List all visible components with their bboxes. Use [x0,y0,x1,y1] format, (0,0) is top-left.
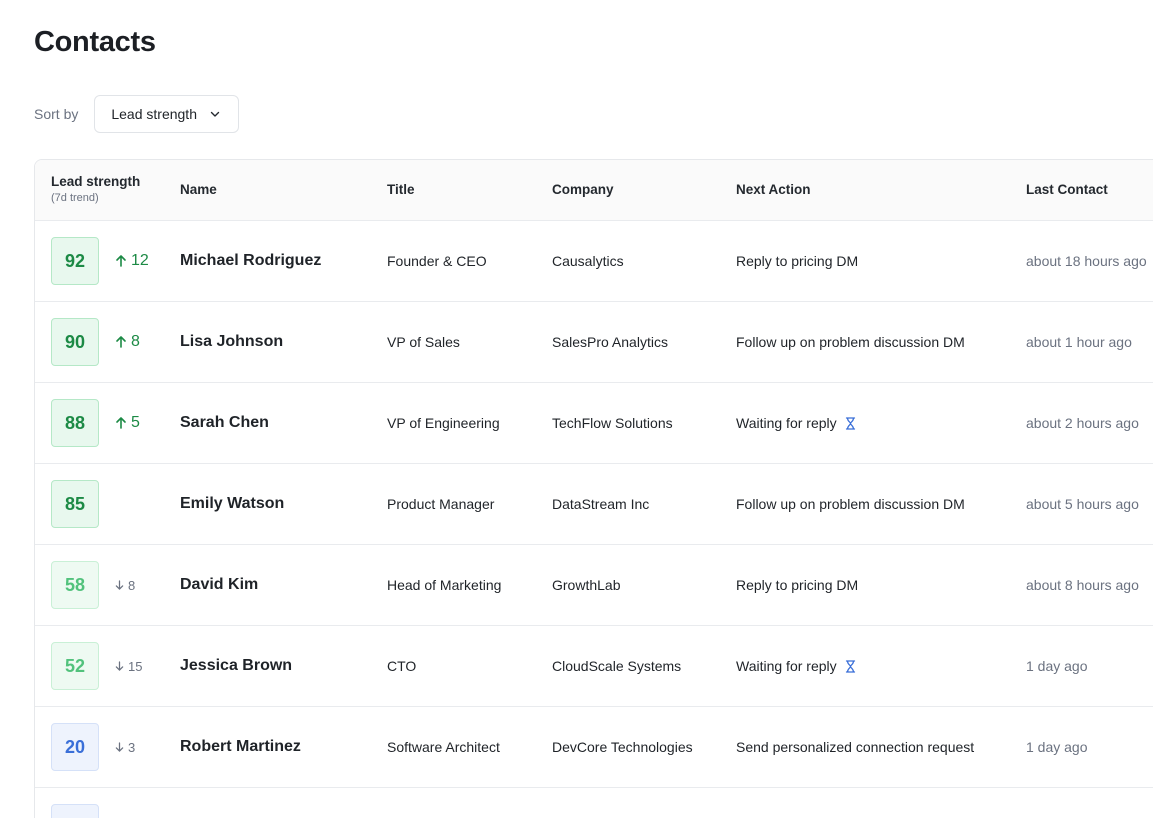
next-action-text: Waiting for reply [736,415,837,431]
contact-title: Founder & CEO [387,253,487,269]
next-action: Follow up on problem discussion DM [736,334,965,350]
last-contact: 1 day ago [1026,658,1088,674]
column-header-lead-strength-label: Lead strength [51,174,141,189]
next-action: Waiting for reply [736,658,856,674]
table-row[interactable]: 90 8 Lisa Johnson VP of Sales SalesPro Analy… [35,302,1153,383]
contact-company: DevCore Technologies [552,739,693,755]
column-header-last-contact[interactable]: Last Contact [1026,182,1108,197]
contact-company: DataStream Inc [552,496,650,512]
lead-score-badge: 90 [51,318,99,366]
contact-company: SalesPro Analytics [552,334,668,350]
lead-score-badge: 20 [51,723,99,771]
sort-control: Sort by Lead strength [34,95,239,133]
lead-score-badge [51,804,99,818]
table-row[interactable]: 92 12 Michael Rodriguez Founder & CEO Causal… [35,221,1153,302]
last-contact: about 5 hours ago [1026,496,1139,512]
trend-value: 15 [128,659,143,674]
table-row[interactable]: 20 3 Robert Martinez Software Architect DevC… [35,707,1153,788]
contact-name[interactable]: Jessica Brown [180,657,292,675]
next-action: Reply to pricing DM [736,253,858,269]
lead-score-badge: 88 [51,399,99,447]
hourglass-icon [845,417,855,430]
trend-value: 3 [128,740,136,755]
contact-name[interactable]: Robert Martinez [180,738,301,756]
table-row[interactable]: 88 5 Sarah Chen VP of Engineering TechFlow S… [35,383,1153,464]
contact-title: Software Architect [387,739,500,755]
trend-indicator: 5 [115,414,140,432]
next-action-text: Send personalized connection request [736,739,975,755]
column-header-lead-strength-subtitle: (7d trend) [51,192,99,204]
next-action-text: Waiting for reply [736,658,837,674]
next-action: Waiting for reply [736,415,856,431]
last-contact: about 18 hours ago [1026,253,1147,269]
column-header-title[interactable]: Title [387,182,415,197]
contact-name[interactable]: Sarah Chen [180,414,269,432]
column-header-next-action[interactable]: Next Action [736,182,811,197]
last-contact: about 8 hours ago [1026,577,1139,593]
trend-value: 8 [128,578,136,593]
table-body: 92 12 Michael Rodriguez Founder & CEO Causal… [35,221,1153,818]
table-row[interactable]: 52 15 Jessica Brown CTO CloudScale Systems Wa… [35,626,1153,707]
next-action-text: Reply to pricing DM [736,577,859,593]
trend-indicator: 15 [115,659,142,674]
lead-score-badge: 92 [51,237,99,285]
chevron-down-icon [210,111,220,117]
trend-value: 12 [131,252,149,269]
contact-name[interactable]: Michael Rodriguez [180,252,321,270]
contact-company: CloudScale Systems [552,658,682,674]
arrow-down-icon [115,742,124,752]
last-contact: about 2 hours ago [1026,415,1139,431]
sort-value: Lead strength [111,106,197,122]
column-header-company[interactable]: Company [552,182,614,197]
contact-company: Causalytics [552,253,624,269]
trend-indicator: 8 [115,578,135,593]
next-action: Send personalized connection request [736,739,974,755]
hourglass-icon [845,660,855,673]
contact-title: CTO [387,658,417,674]
next-action-text: Follow up on problem discussion DM [736,496,965,512]
table-row[interactable] [35,788,1153,818]
contacts-table: Lead strength (7d trend) Name Title Comp… [34,159,1153,818]
contacts-page: Contacts Sort by Lead strength Lead stre… [0,0,1153,818]
contact-company: GrowthLab [552,577,621,593]
column-header-name[interactable]: Name [180,182,217,197]
last-contact: about 1 hour ago [1026,334,1132,350]
arrow-up-icon [116,417,126,429]
contact-title: VP of Sales [387,334,460,350]
next-action: Reply to pricing DM [736,577,858,593]
trend-indicator: 8 [115,333,140,351]
arrow-up-icon [116,255,126,267]
lead-score-badge: 85 [51,480,99,528]
last-contact: 1 day ago [1026,739,1088,755]
trend-indicator: 3 [115,740,135,755]
lead-score-badge: 52 [51,642,99,690]
contact-title: VP of Engineering [387,415,500,431]
page-title: Contacts [34,26,156,58]
next-action-text: Reply to pricing DM [736,253,859,269]
trend-value: 5 [131,414,140,431]
contact-name[interactable]: Emily Watson [180,495,284,513]
sort-label: Sort by [34,106,79,122]
sort-dropdown[interactable]: Lead strength [94,95,239,133]
column-header-lead-strength[interactable]: Lead strength (7d trend) [51,174,140,204]
trend-value: 8 [131,333,140,350]
table-row[interactable]: 58 8 David Kim Head of Marketing GrowthLab Re… [35,545,1153,626]
table-header: Lead strength (7d trend) Name Title Comp… [35,160,1153,221]
arrow-down-icon [115,661,124,671]
arrow-down-icon [115,580,124,590]
table-row[interactable]: 85 Emily Watson Product Manager DataStream … [35,464,1153,545]
contact-name[interactable]: David Kim [180,576,258,594]
next-action-text: Follow up on problem discussion DM [736,334,965,350]
lead-score-badge: 58 [51,561,99,609]
contact-title: Product Manager [387,496,495,512]
next-action: Follow up on problem discussion DM [736,496,965,512]
arrow-up-icon [116,336,126,348]
contact-name[interactable]: Lisa Johnson [180,333,283,351]
contact-title: Head of Marketing [387,577,502,593]
trend-indicator: 12 [115,252,149,270]
contact-company: TechFlow Solutions [552,415,673,431]
